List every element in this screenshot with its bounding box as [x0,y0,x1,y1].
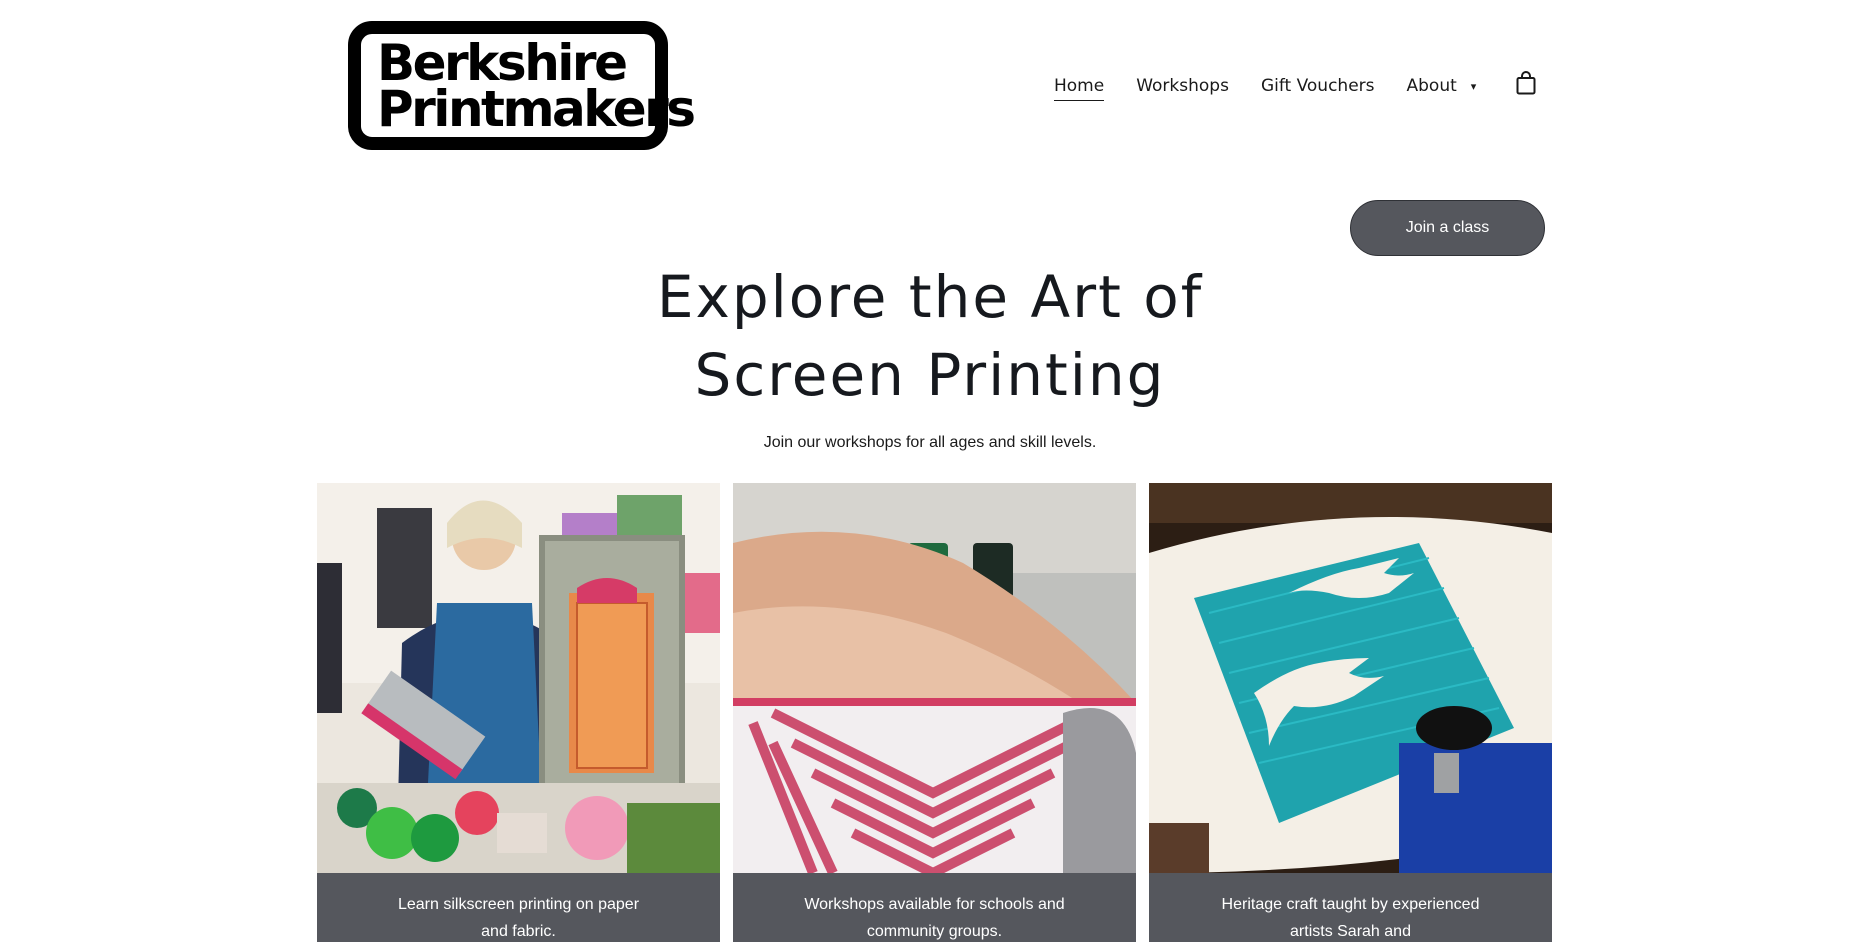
hero-subtitle: Join our workshops for all ages and skil… [763,434,1097,451]
site-logo[interactable]: Berkshire Printmakers [348,21,696,150]
logo-line-1: Berkshire [377,33,628,92]
card-photo-squeegee [733,483,1136,873]
shopping-bag-icon[interactable] [1516,70,1536,95]
card-photo-printmaker [317,483,720,873]
nav-about-group: About ▾ [1407,76,1477,101]
hero-title: Explore the Art of Screen Printing [560,258,1300,414]
hero-title-line-2: Screen Printing [694,341,1166,409]
feature-card: Heritage craft taught by experienced art… [1149,483,1552,942]
nav-home[interactable]: Home [1054,76,1105,101]
card-photo-swallows-print [1149,483,1552,873]
feature-card: Workshops available for schools and comm… [733,483,1136,942]
card-caption: Heritage craft taught by experienced art… [1149,873,1552,942]
chevron-down-icon[interactable]: ▾ [1471,80,1477,98]
card-caption: Workshops available for schools and comm… [733,873,1136,942]
feature-card: Learn silkscreen printing on paper and f… [317,483,720,942]
feature-cards: Learn silkscreen printing on paper and f… [317,483,1552,942]
nav-gift-vouchers[interactable]: Gift Vouchers [1261,76,1375,101]
nav-about[interactable]: About [1407,76,1457,101]
logo-line-2: Printmakers [377,79,696,138]
hero-title-line-1: Explore the Art of [656,263,1204,331]
nav-workshops[interactable]: Workshops [1136,76,1229,101]
join-class-button[interactable]: Join a class [1350,200,1545,256]
card-caption: Learn silkscreen printing on paper and f… [317,873,720,942]
main-nav: Home Workshops Gift Vouchers About ▾ [1054,70,1536,101]
